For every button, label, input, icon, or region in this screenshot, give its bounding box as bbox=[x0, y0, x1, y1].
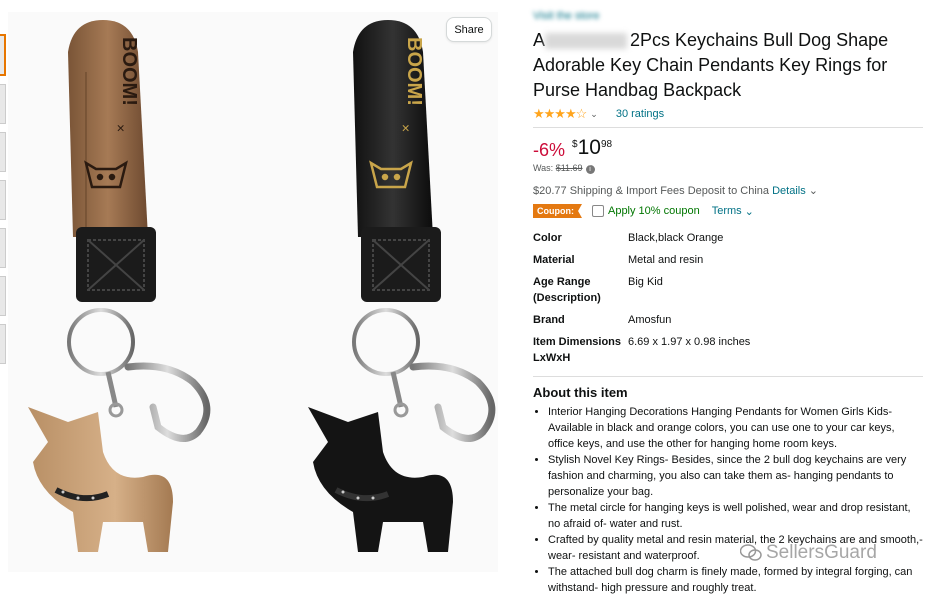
was-price: Was: $11.69 i bbox=[533, 163, 923, 174]
thumbnail-strip bbox=[0, 34, 6, 372]
thumbnail[interactable] bbox=[0, 324, 6, 364]
thumbnail[interactable] bbox=[0, 228, 6, 268]
chevron-down-icon[interactable]: ⌄ bbox=[809, 185, 818, 197]
ratings-link[interactable]: 30 ratings bbox=[616, 108, 664, 120]
discount-percent: -6% bbox=[533, 140, 566, 160]
apply-coupon-label[interactable]: Apply 10% coupon bbox=[608, 205, 700, 217]
product-page: BOOM! × BOOM! × Share Visit the store A … bbox=[0, 0, 944, 594]
rating-row: ★★★★☆ ⌄ 30 ratings bbox=[533, 105, 923, 123]
thumbnail[interactable] bbox=[0, 276, 6, 316]
thumbnail[interactable] bbox=[0, 34, 6, 76]
info-icon[interactable]: i bbox=[585, 165, 595, 174]
coupon-checkbox[interactable] bbox=[591, 205, 604, 217]
price-row: -6% $ 10 98 bbox=[533, 136, 923, 161]
feature-bullets: Interior Hanging Decorations Hanging Pen… bbox=[533, 404, 923, 594]
strap-text: BOOM! bbox=[118, 37, 140, 106]
spec-row: Color Black,black Orange bbox=[533, 232, 724, 244]
wechat-icon bbox=[740, 544, 762, 561]
product-title: A 2Pcs Keychains Bull Dog Shape Adorable … bbox=[533, 30, 889, 100]
list-item: The metal circle for hanging keys is wel… bbox=[548, 500, 923, 532]
divider bbox=[533, 127, 923, 128]
thumbnail[interactable] bbox=[0, 132, 6, 172]
coupon-terms-link[interactable]: Terms bbox=[712, 205, 742, 217]
svg-text:×: × bbox=[113, 124, 129, 132]
shipping-details-link[interactable]: Details bbox=[772, 185, 806, 197]
divider bbox=[533, 376, 923, 377]
spec-row: Material Metal and resin bbox=[533, 254, 704, 266]
strap-text: BOOM! bbox=[403, 37, 425, 106]
list-item: The attached bull dog charm is finely ma… bbox=[548, 564, 923, 594]
svg-text:×: × bbox=[398, 124, 414, 132]
spec-table: Color Black,black Orange Material Metal an… bbox=[533, 230, 913, 366]
chevron-down-icon[interactable]: ⌄ bbox=[590, 109, 598, 120]
watermark: SellersGuard bbox=[740, 542, 877, 564]
thumbnail[interactable] bbox=[0, 84, 6, 124]
redacted-brand bbox=[545, 33, 628, 50]
chevron-down-icon[interactable]: ⌄ bbox=[745, 205, 754, 218]
product-main-image[interactable]: BOOM! × BOOM! × bbox=[8, 12, 498, 572]
coupon-row: Coupon: Apply 10% coupon Terms ⌄ bbox=[533, 204, 923, 218]
product-info: A 2Pcs Keychains Bull Dog Shape Adorable … bbox=[533, 14, 923, 594]
share-button[interactable]: Share bbox=[446, 17, 492, 42]
price-fraction: 98 bbox=[600, 139, 613, 150]
about-heading: About this item bbox=[533, 385, 628, 400]
list-item: Stylish Novel Key Rings- Besides, since … bbox=[548, 452, 923, 500]
star-rating-icon[interactable]: ★★★★☆ bbox=[533, 106, 587, 122]
spec-row: Brand Amosfun bbox=[533, 314, 672, 326]
price-whole: 10 bbox=[577, 136, 601, 159]
spec-row: Age Range (Description) Big Kid bbox=[533, 276, 663, 304]
shipping-info: $20.77 Shipping & Import Fees Deposit to… bbox=[533, 185, 818, 197]
spec-row: Item Dimensions LxWxH 6.69 x 1.97 x 0.98 … bbox=[533, 336, 751, 364]
coupon-badge: Coupon: bbox=[533, 204, 582, 218]
thumbnail[interactable] bbox=[0, 180, 6, 220]
list-item: Interior Hanging Decorations Hanging Pen… bbox=[548, 404, 923, 452]
